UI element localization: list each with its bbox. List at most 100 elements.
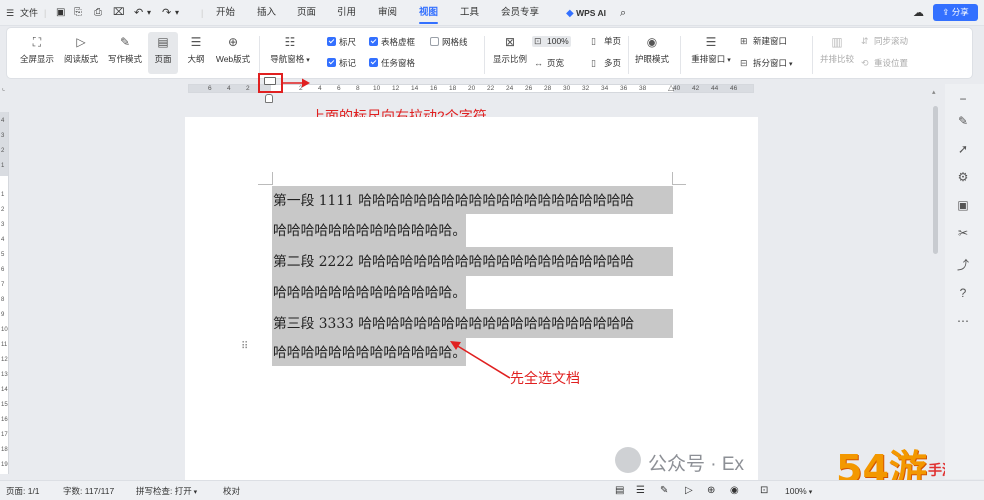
zoom-100-icon: ⊡ [534, 36, 542, 46]
single-page-button[interactable]: ▯ 单页 [591, 36, 621, 47]
sync-scroll-button[interactable]: ⇵ 同步滚动 [861, 36, 908, 47]
vruler-label: 6 [1, 267, 5, 273]
eye-icon[interactable]: ◉ [730, 481, 739, 500]
arrow-right-annotation [282, 78, 310, 88]
scrollbar-thumb[interactable] [933, 106, 938, 254]
reset-position-button[interactable]: ⟲ 重设位置 [861, 58, 908, 69]
file-menu[interactable]: 文件 [20, 0, 38, 26]
right-side-panel: − ✎ ➚ ⚙ ▣ ✂ ⤴ ? ⋯ [945, 84, 984, 479]
tab-page[interactable]: 页面 [297, 0, 316, 26]
edit-icon[interactable]: ✎ [953, 114, 973, 128]
minus-icon[interactable]: − [953, 92, 973, 106]
fullscreen-button[interactable]: ⛶ 全屏显示 [15, 35, 59, 65]
gridline-checkbox[interactable]: 网格线 [430, 37, 468, 48]
hamburger-icon[interactable]: ☰ [6, 0, 14, 26]
tab-review[interactable]: 审阅 [378, 0, 397, 26]
cloud-sync-icon[interactable]: ☁ [913, 0, 924, 26]
paragraph-line[interactable]: 哈哈哈哈哈哈哈哈哈哈哈哈哈。 [273, 344, 466, 362]
paragraph-line[interactable]: 第三段 3333 哈哈哈哈哈哈哈哈哈哈哈哈哈哈哈哈哈哈哈哈 [273, 315, 634, 333]
search-icon[interactable]: ⌕ [620, 0, 626, 26]
outline-button[interactable]: ☰ 大纲 [181, 35, 211, 65]
paragraph-line[interactable]: 哈哈哈哈哈哈哈哈哈哈哈哈哈。 [273, 284, 466, 302]
page-icon[interactable]: ▣ [953, 198, 973, 212]
share-button[interactable]: ⇪ 分享 [933, 4, 978, 21]
ruler-label: 18 [449, 85, 457, 92]
read-mode-button[interactable]: ▷ 阅读版式 [59, 35, 103, 65]
scroll-up-icon[interactable]: ▴ [932, 88, 938, 100]
separator [812, 36, 813, 74]
hanging-indent-marker-icon[interactable] [265, 94, 273, 103]
help-icon[interactable]: ? [953, 286, 973, 300]
mark-checkbox[interactable]: 标记 [327, 58, 356, 69]
tab-reference[interactable]: 引用 [337, 0, 356, 26]
tab-home[interactable]: 开始 [216, 0, 235, 26]
play-icon[interactable]: ▷ [685, 481, 693, 500]
outline-view-icon[interactable]: ☰ [636, 481, 645, 500]
tab-member[interactable]: 会员专享 [501, 0, 539, 26]
spell-check-status[interactable]: 拼写检查: 打开 ▾ [136, 481, 197, 500]
vertical-ruler[interactable]: 4 3 2 1 1 2 3 4 5 6 7 8 9 10 11 12 13 14… [0, 112, 9, 474]
outline-icon: ☰ [190, 35, 202, 49]
ruler-checkbox[interactable]: 标尺 [327, 37, 356, 48]
compare-button[interactable]: ▥ 并排比较 [817, 35, 857, 65]
proofread-button[interactable]: 校对 [223, 481, 240, 500]
vruler-label: 4 [1, 118, 5, 124]
zoom-ratio-button[interactable]: ⊠ 显示比例 [490, 35, 530, 65]
page-width-button[interactable]: ↔ 页宽 [534, 58, 564, 69]
nav-pane-button[interactable]: ☷ 导航窗格 ▾ [265, 35, 315, 65]
print-preview-icon[interactable]: ⌧ [113, 0, 125, 26]
first-line-indent-marker-icon[interactable] [264, 77, 276, 85]
split-window-button[interactable]: ⊟ 拆分窗口 ▾ [740, 58, 792, 70]
right-indent-marker-icon[interactable]: △ [668, 83, 674, 92]
redo-icon[interactable]: ↷ [162, 0, 171, 26]
ruler-corner-icon[interactable]: ⌞ [2, 84, 5, 92]
tab-view[interactable]: 视图 [419, 0, 439, 26]
tab-tools[interactable]: 工具 [460, 0, 479, 26]
tools-icon[interactable]: ✂ [953, 226, 973, 240]
more-icon[interactable]: ⋯ [953, 314, 973, 328]
drag-handle-icon[interactable]: ⠿ [241, 341, 248, 352]
vruler-label: 2 [1, 207, 5, 213]
vruler-label: 8 [1, 297, 5, 303]
undo-icon[interactable]: ↶ [134, 0, 143, 26]
multi-page-button[interactable]: ▯ 多页 [591, 58, 621, 69]
tab-insert[interactable]: 插入 [257, 0, 276, 26]
zoom-100-button[interactable]: ⊡ 100% [532, 36, 571, 47]
select-cursor-icon[interactable]: ➚ [953, 142, 973, 156]
zoom-level[interactable]: 100% ▾ [785, 481, 812, 500]
ruler-label: 4 [227, 85, 231, 92]
task-pane-checkbox[interactable]: 任务窗格 [369, 58, 415, 69]
eye-mode-button[interactable]: ◉ 护眼模式 [632, 35, 672, 65]
word-count[interactable]: 字数: 117/117 [63, 481, 114, 500]
page-count[interactable]: 页面: 1/1 [6, 481, 40, 500]
save-icon[interactable]: ▣ [56, 0, 65, 26]
edit-view-icon[interactable]: ✎ [660, 481, 668, 500]
ruler-label: 6 [208, 85, 212, 92]
select-annotation: 先全选文档 [510, 370, 580, 386]
page-view-button[interactable]: ▤ 页面 [148, 32, 178, 74]
undo-dropdown-icon[interactable]: ▾ [147, 0, 151, 26]
new-window-button[interactable]: ⊞ 新建窗口 [740, 36, 787, 47]
compare-icon: ▥ [831, 35, 843, 49]
arrow-annotation [450, 341, 511, 379]
web-layout-button[interactable]: ⊕ Web版式 [213, 35, 253, 65]
rearrange-window-button[interactable]: ☰ 重排窗口 ▾ [687, 35, 735, 65]
fit-page-icon[interactable]: ⊡ [760, 481, 768, 500]
share-icon[interactable]: ⤴ [953, 256, 973, 273]
print-icon[interactable]: ⎙ [94, 0, 102, 26]
ruler-label: 16 [430, 85, 438, 92]
export-pdf-icon[interactable]: ⎘ [74, 0, 82, 26]
customize-toolbar-icon[interactable]: ▾ [175, 0, 179, 26]
margin-mark [672, 184, 686, 185]
split-window-icon: ⊟ [740, 58, 748, 68]
writing-mode-button[interactable]: ✎ 写作模式 [103, 35, 147, 65]
paragraph-line[interactable]: 哈哈哈哈哈哈哈哈哈哈哈哈哈。 [273, 222, 466, 240]
paragraph-line[interactable]: 第二段 2222 哈哈哈哈哈哈哈哈哈哈哈哈哈哈哈哈哈哈哈哈 [273, 253, 634, 271]
wps-ai-button[interactable]: ◆ WPS AI [566, 0, 606, 26]
settings-slider-icon[interactable]: ⚙ [953, 170, 973, 184]
paragraph-line[interactable]: 第一段 1111 哈哈哈哈哈哈哈哈哈哈哈哈哈哈哈哈哈哈哈哈 [273, 192, 634, 210]
table-gridline-checkbox[interactable]: 表格虚框 [369, 37, 415, 48]
globe-icon[interactable]: ⊕ [707, 481, 715, 500]
page-view-icon[interactable]: ▤ [615, 481, 624, 500]
vruler-label: 2 [1, 148, 5, 154]
